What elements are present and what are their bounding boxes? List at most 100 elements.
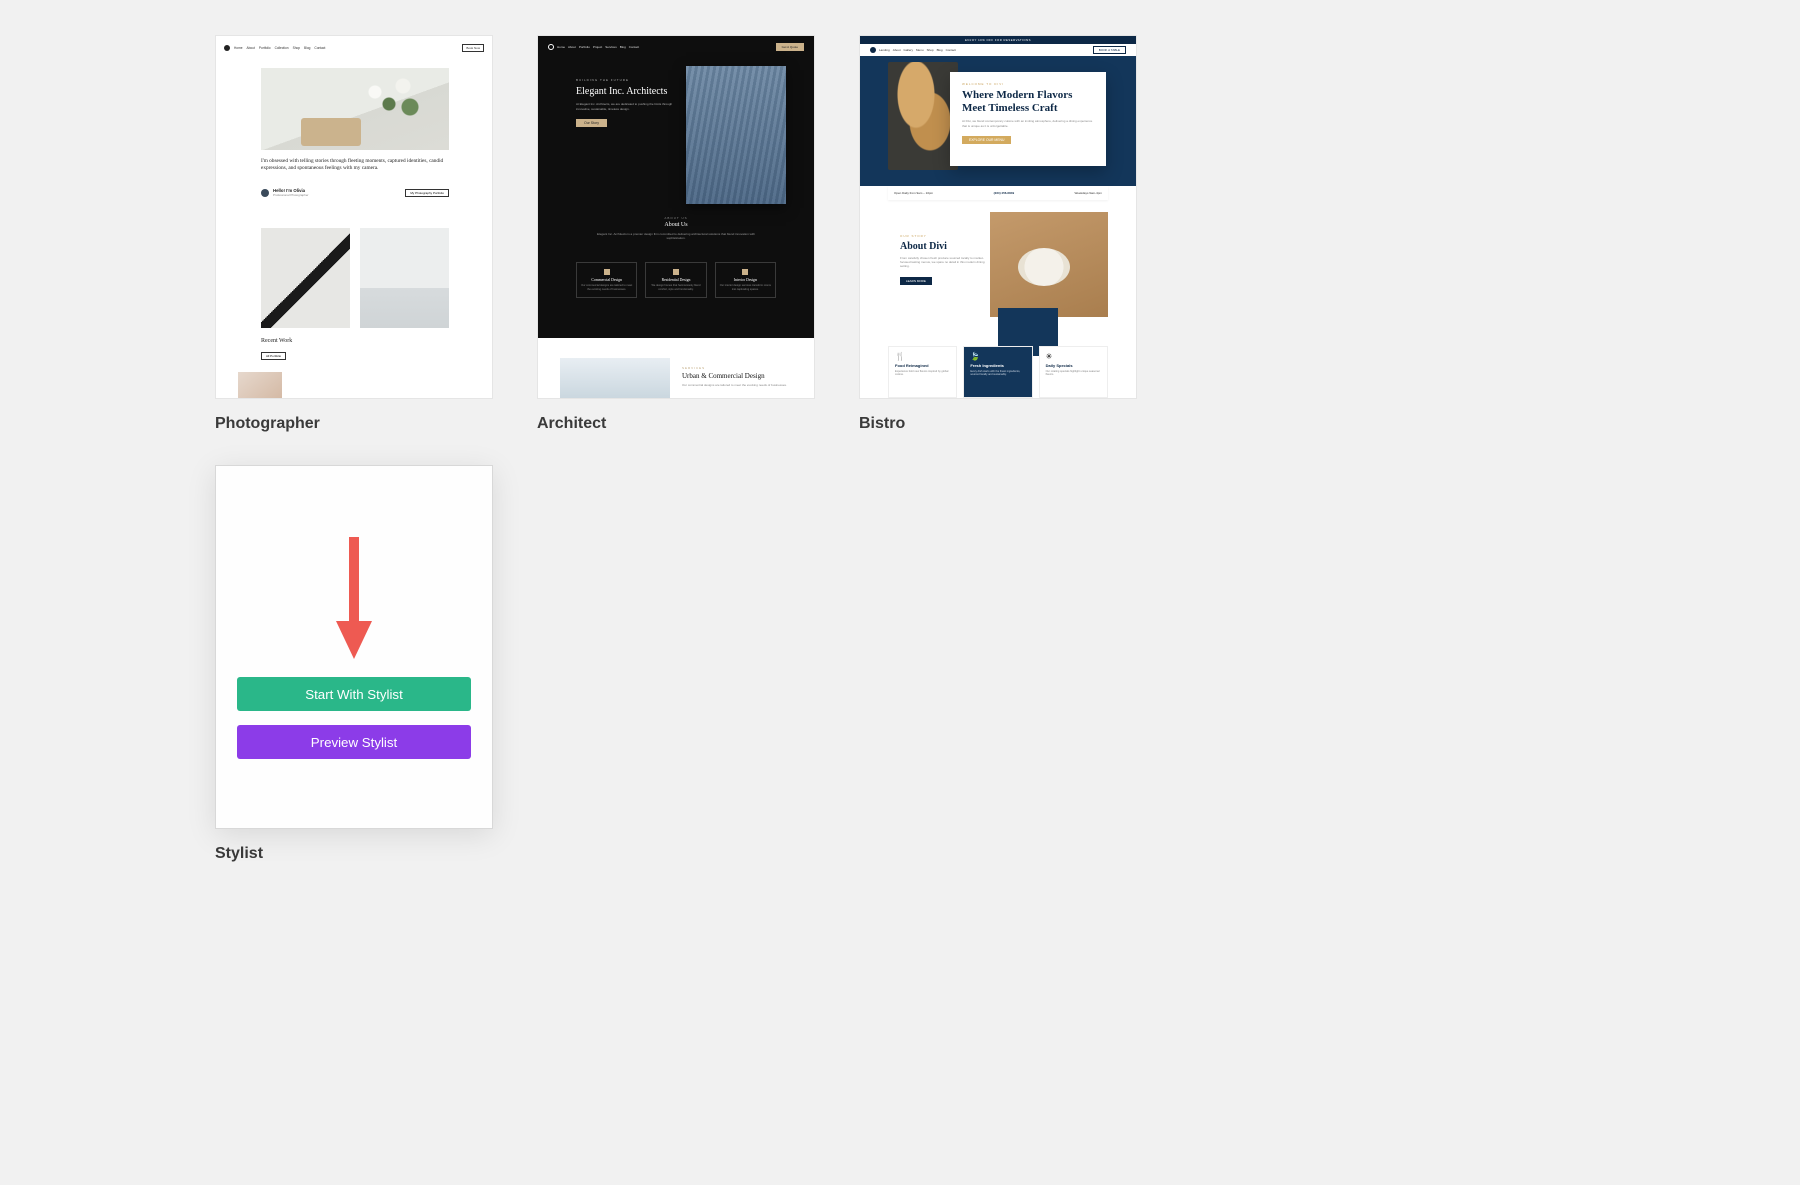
logo-icon [548, 44, 554, 50]
template-title: Stylist [215, 845, 493, 863]
template-card-photographer: Home About Portfolio Collection Shop Blo… [215, 35, 493, 433]
box-title: Fresh Ingredients [970, 363, 1025, 368]
nav-item: Gallery [904, 48, 914, 52]
service-icon [673, 269, 679, 275]
box-desc: Our interior design services transform r… [720, 284, 771, 291]
byline-sub: Professional Photographer [273, 193, 309, 197]
nav-item: Portfolio [579, 45, 590, 49]
nav-cta: Get A Quote [776, 43, 804, 51]
nav-item: Blog [304, 46, 310, 50]
nav-item: Contact [946, 48, 956, 52]
hero-cta: Our Story [576, 119, 607, 127]
preview-hero-image [686, 66, 786, 204]
template-title: Photographer [215, 415, 493, 433]
preview-template-button[interactable]: Preview Stylist [237, 725, 471, 759]
heading: Urban & Commercial Design [682, 372, 792, 380]
template-title: Architect [537, 415, 815, 433]
nav-item: Project [593, 45, 602, 49]
hero-cta: EXPLORE OUR MENU [962, 136, 1011, 144]
nav-item: Collection [275, 46, 289, 50]
fork-knife-icon: 🍴 [895, 352, 950, 361]
eyebrow: ABOUT US [538, 216, 814, 220]
nav-item: Blog [937, 48, 943, 52]
preview-nav: Home About Portfolio Collection Shop Blo… [216, 42, 492, 54]
nav-item: Shop [927, 48, 934, 52]
body-text: At Elegant Inc. Architects, we are dedic… [576, 102, 686, 111]
preview-light-section: SERVICES Urban & Commercial Design Our c… [538, 338, 814, 398]
template-thumb-bistro[interactable]: ENJOY 10% OFF FOR RESERVATIONS Landing A… [859, 35, 1137, 399]
body-text: Our commercial designs are tailored to m… [682, 383, 792, 387]
heading: Where Modern Flavors Meet Timeless Craft [962, 89, 1094, 115]
preview-hero-copy: BUILDING THE FUTURE Elegant Inc. Archite… [576, 78, 686, 129]
section-cta: All Portfolio [261, 352, 286, 360]
heading: About Divi [900, 241, 986, 252]
nav-item: Landing [879, 48, 890, 52]
preview-nav: Landing About Gallery Menu Shop Blog Con… [860, 44, 1136, 56]
nav-item: About [568, 45, 576, 49]
box-title: Daily Specials [1046, 363, 1101, 368]
byline-cta: My Photography Portfolio [405, 189, 449, 197]
preview-about: ABOUT US About Us Elegant Inc. Architect… [538, 216, 814, 240]
template-card-bistro: ENJOY 10% OFF FOR RESERVATIONS Landing A… [859, 35, 1137, 433]
box-title: Food Reimagined [895, 363, 950, 368]
eyebrow: BUILDING THE FUTURE [576, 78, 686, 82]
leaf-icon: 🍃 [970, 352, 1025, 361]
preview-image [560, 358, 670, 399]
heading: Elegant Inc. Architects [576, 86, 686, 97]
template-thumb-photographer[interactable]: Home About Portfolio Collection Shop Blo… [215, 35, 493, 399]
preview-nav: Home About Portfolio Project Services Bl… [538, 41, 814, 53]
box-desc: Our commercial designs are tailored to m… [581, 284, 632, 291]
info-strip: Open Daily from 9am – 10pm (234) 456-684… [888, 186, 1108, 200]
body-text: At Divi, we blend contemporary cuisine w… [962, 119, 1094, 127]
box-desc: Our rotating specials highlight unique s… [1046, 370, 1101, 377]
template-thumb-stylist[interactable]: Start With Stylist Preview Stylist [215, 465, 493, 829]
preview-tile [238, 372, 282, 399]
box-desc: Every dish starts with the finest ingred… [970, 370, 1025, 377]
strip-right: Weekdays 9am-4pm [1075, 191, 1102, 195]
template-gallery: Home About Portfolio Collection Shop Blo… [0, 0, 1800, 898]
service-icon [604, 269, 610, 275]
eyebrow: OUR STORY [900, 234, 986, 238]
preview-tiles [261, 228, 449, 328]
heading: About Us [538, 222, 814, 228]
body-text: From carefully chosen fresh produce sour… [900, 256, 986, 269]
box-title: Commercial Design [581, 278, 632, 282]
preview-tagline: I'm obsessed with telling stories throug… [261, 158, 449, 172]
nav-item: About [893, 48, 901, 52]
avatar-icon [261, 189, 269, 197]
logo-icon [224, 45, 230, 51]
box-desc: We design homes that harmoniously blend … [650, 284, 701, 291]
box-title: Interior Design [720, 278, 771, 282]
preview-hero-image [261, 68, 449, 150]
nav-item: Services [605, 45, 617, 49]
nav-item: Home [557, 45, 565, 49]
section-heading: Recent Work [261, 338, 292, 344]
box-title: Residential Design [650, 278, 701, 282]
nav-item: Contact [314, 46, 325, 50]
nav-item: Menu [916, 48, 924, 52]
strip-left: Open Daily from 9am – 10pm [894, 191, 933, 195]
start-with-template-button[interactable]: Start With Stylist [237, 677, 471, 711]
eyebrow: SERVICES [682, 366, 792, 370]
box-desc: Experience bold new flavors inspired by … [895, 370, 950, 377]
preview-hero-card: WELCOME TO DIVI Where Modern Flavors Mee… [950, 72, 1106, 166]
nav-item: Shop [293, 46, 300, 50]
preview-about: OUR STORY About Divi From carefully chos… [900, 234, 986, 287]
nav-item: Home [234, 46, 243, 50]
service-icon [742, 269, 748, 275]
nav-item: Portfolio [259, 46, 271, 50]
nav-cta: BOOK A TABLE [1093, 46, 1126, 54]
body-text: Elegant Inc. Architects is a premier des… [591, 232, 761, 240]
nav-item: About [247, 46, 255, 50]
template-title: Bistro [859, 415, 1137, 433]
nav-item: Contact [629, 45, 639, 49]
preview-service-boxes: Commercial Design Our commercial designs … [576, 262, 776, 298]
sparkle-icon: ✳ [1046, 352, 1101, 361]
arrow-down-icon [332, 535, 376, 663]
feature-boxes: 🍴 Food Reimagined Experience bold new flav… [888, 346, 1108, 398]
eyebrow: WELCOME TO DIVI [962, 82, 1094, 86]
template-thumb-architect[interactable]: Home About Portfolio Project Services Bl… [537, 35, 815, 399]
template-card-architect: Home About Portfolio Project Services Bl… [537, 35, 815, 433]
nav-item: Blog [620, 45, 626, 49]
strip-phone: (234) 456-6849 [994, 191, 1015, 195]
